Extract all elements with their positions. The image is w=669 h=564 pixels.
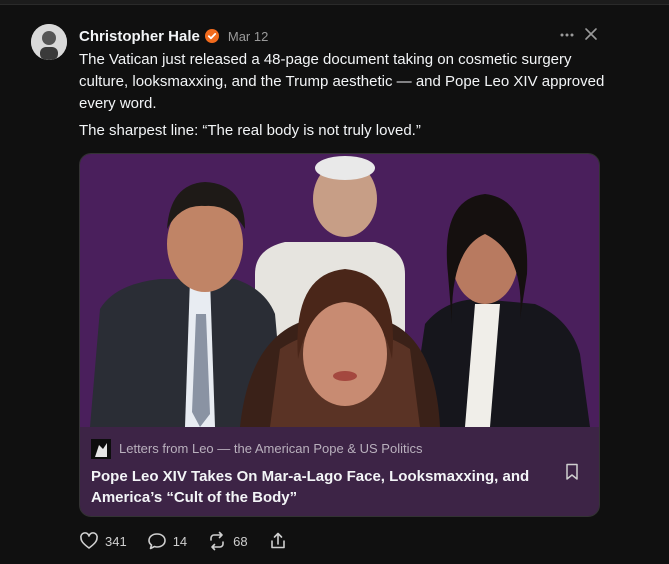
more-options-icon[interactable] — [558, 26, 576, 44]
post-actions: 341 14 68 — [79, 531, 308, 551]
link-preview-card[interactable]: Letters from Leo — the American Pope & U… — [79, 153, 600, 517]
card-image — [80, 154, 599, 427]
author-name[interactable]: Christopher Hale — [79, 28, 200, 45]
like-count: 341 — [105, 533, 127, 549]
reply-icon — [147, 533, 166, 550]
repost-icon — [210, 531, 224, 551]
heart-icon — [80, 532, 98, 549]
repost-button[interactable]: 68 — [207, 531, 248, 551]
post-header: Christopher Hale Mar 12 — [79, 27, 268, 45]
post-text-paragraph: The Vatican just released a 48-page docu… — [79, 51, 605, 112]
card-title[interactable]: Pope Leo XIV Takes On Mar-a-Lago Face, L… — [91, 466, 531, 508]
bookmark-icon[interactable] — [564, 463, 580, 481]
avatar[interactable] — [31, 24, 67, 60]
post-text-paragraph: The sharpest line: “The real body is not… — [79, 122, 421, 139]
post-timestamp[interactable]: Mar 12 — [228, 29, 268, 44]
card-source-name: Letters from Leo — the American Pope & U… — [119, 441, 423, 456]
verified-badge-icon — [204, 29, 219, 43]
repost-count: 68 — [233, 533, 248, 549]
share-button[interactable] — [268, 531, 288, 551]
close-icon[interactable] — [584, 27, 598, 41]
share-icon — [270, 532, 285, 549]
source-logo-icon — [91, 439, 111, 459]
avatar-photo — [31, 24, 67, 60]
reply-count: 14 — [172, 533, 188, 549]
like-button[interactable]: 341 — [79, 531, 127, 551]
top-divider — [0, 0, 669, 5]
reply-button[interactable]: 14 — [147, 531, 187, 551]
card-meta: Letters from Leo — the American Pope & U… — [80, 427, 599, 516]
